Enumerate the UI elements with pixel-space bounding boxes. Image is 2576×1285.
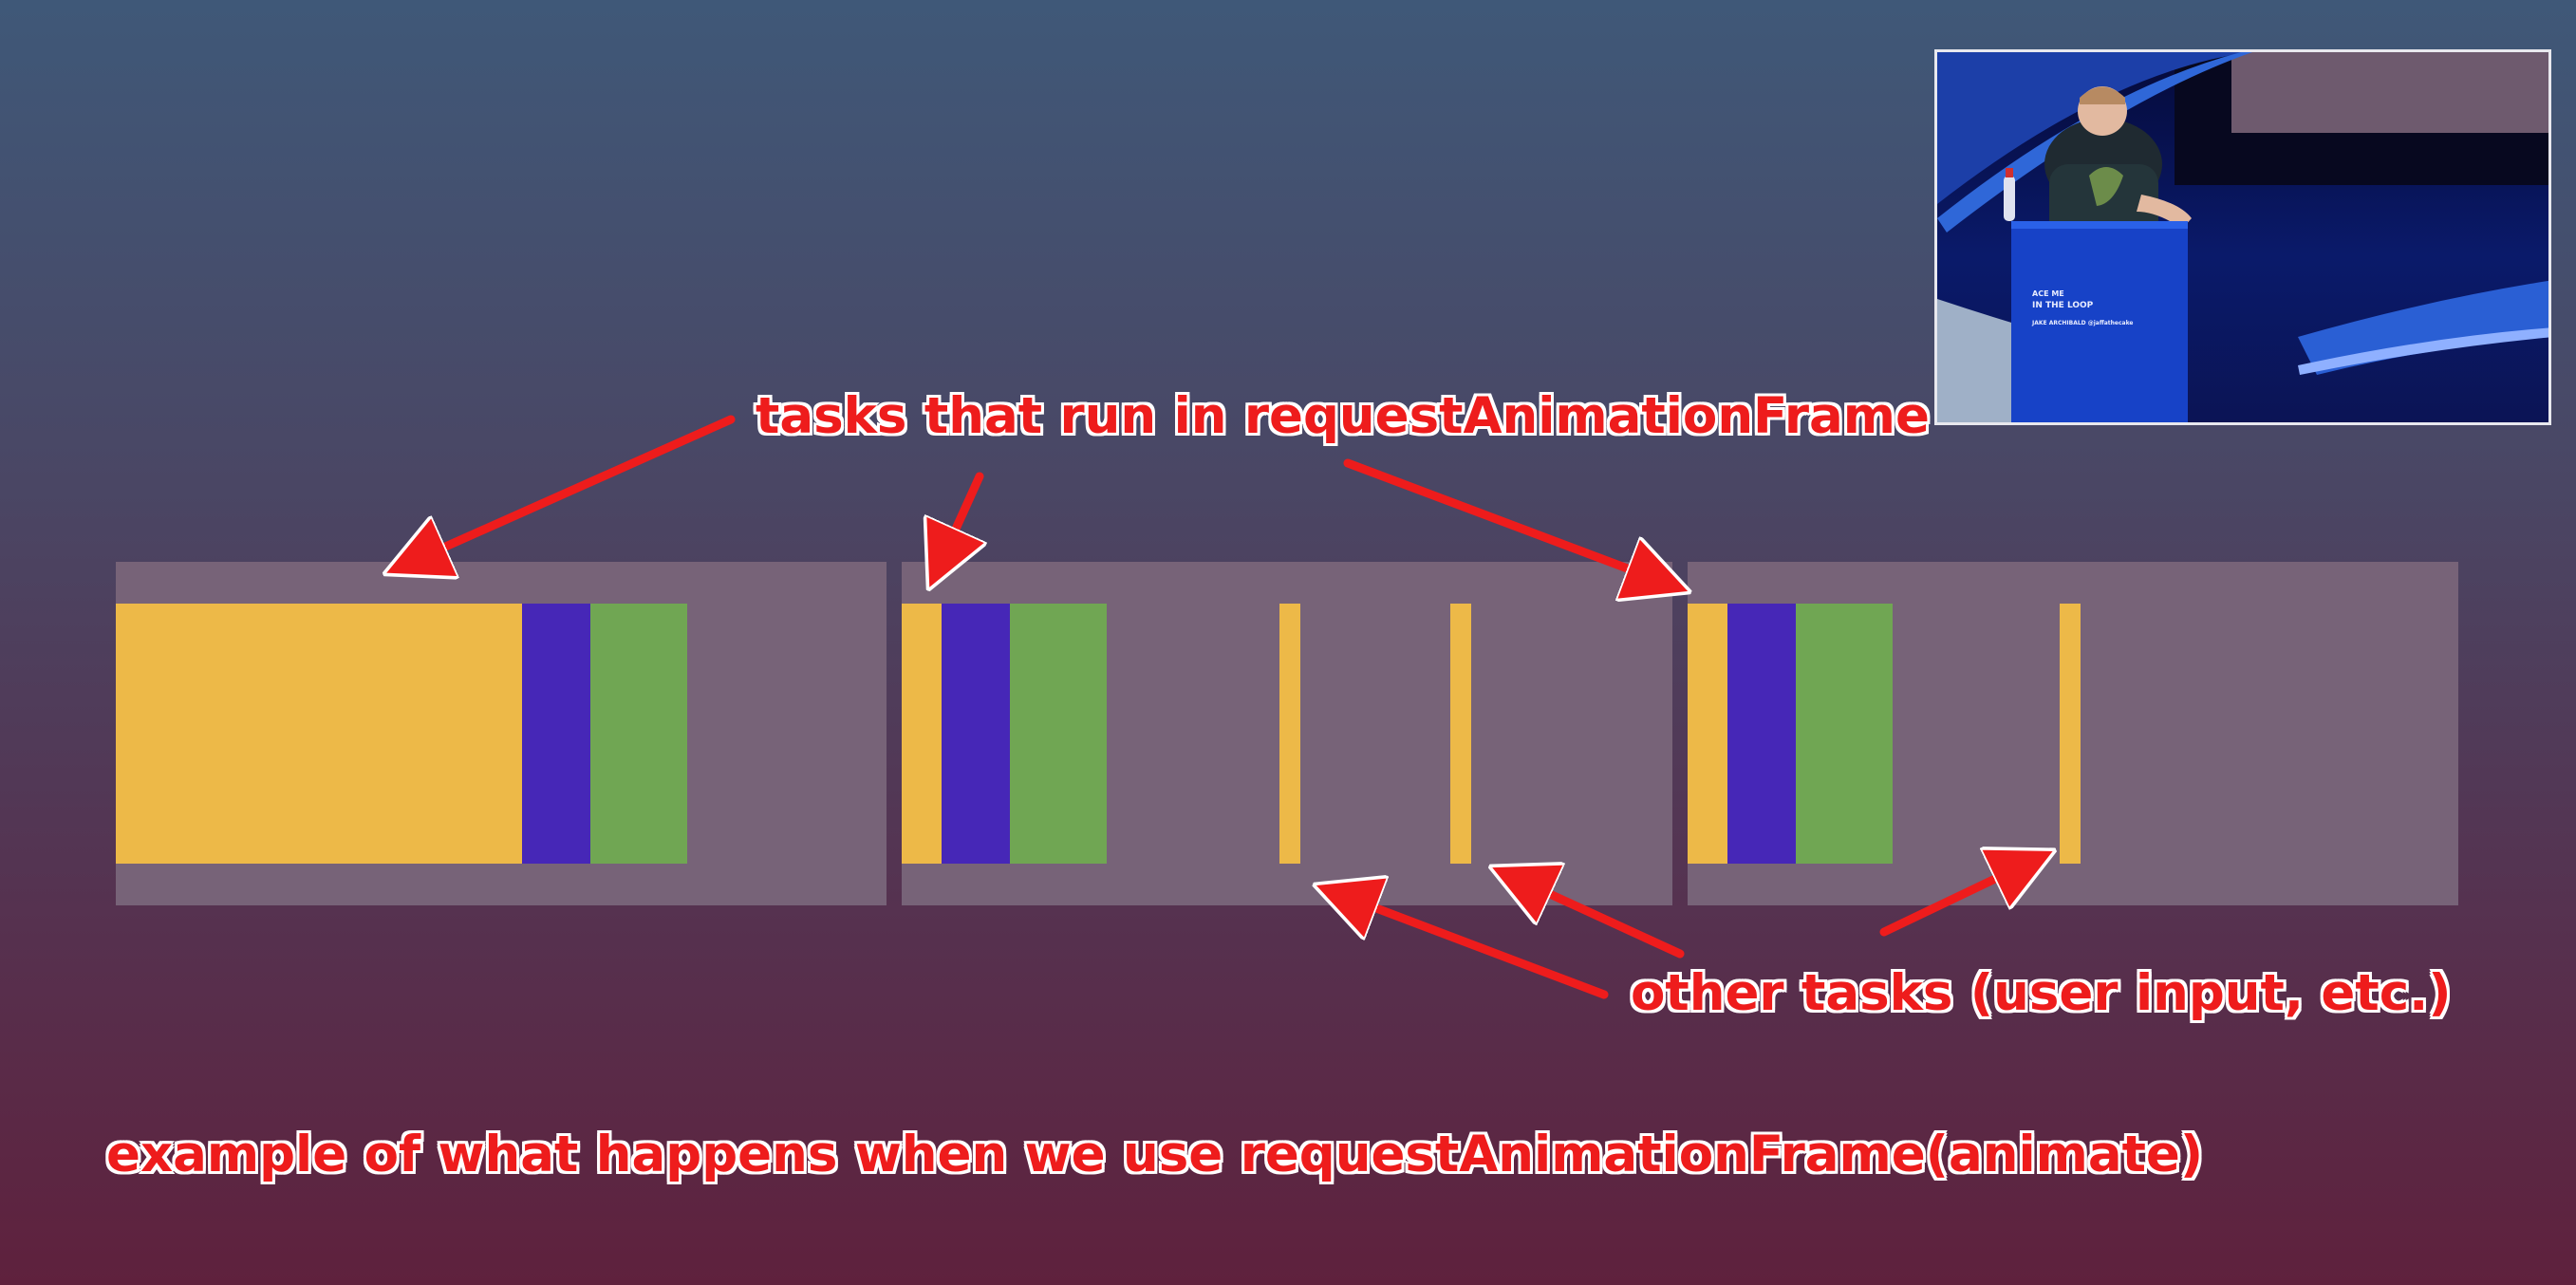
- annotation-top-label: tasks that run in requestAnimationFrame: [756, 387, 1930, 445]
- arrow-to-frame2: [935, 472, 980, 575]
- arrow-to-frame1: [399, 415, 736, 568]
- podium-text-2: IN THE LOOP: [2032, 301, 2094, 310]
- arrow-to-input-2: [1504, 873, 1685, 959]
- podium-text-1: ACE ME: [2032, 289, 2064, 298]
- arrow-to-frame3: [1343, 458, 1675, 587]
- annotation-bottom-label: other tasks (user input, etc.): [1631, 964, 2452, 1022]
- arrow-to-input-1: [1329, 890, 1609, 999]
- stage-illustration: [1937, 52, 2548, 422]
- speaker-video-thumbnail[interactable]: ACE ME IN THE LOOP JAKE ARCHIBALD @jaffa…: [1934, 49, 2551, 425]
- podium-text-3: JAKE ARCHIBALD @jaffathecake: [2032, 320, 2134, 326]
- arrow-to-input-3: [1879, 857, 2041, 937]
- caption-label: example of what happens when we use requ…: [106, 1126, 2204, 1183]
